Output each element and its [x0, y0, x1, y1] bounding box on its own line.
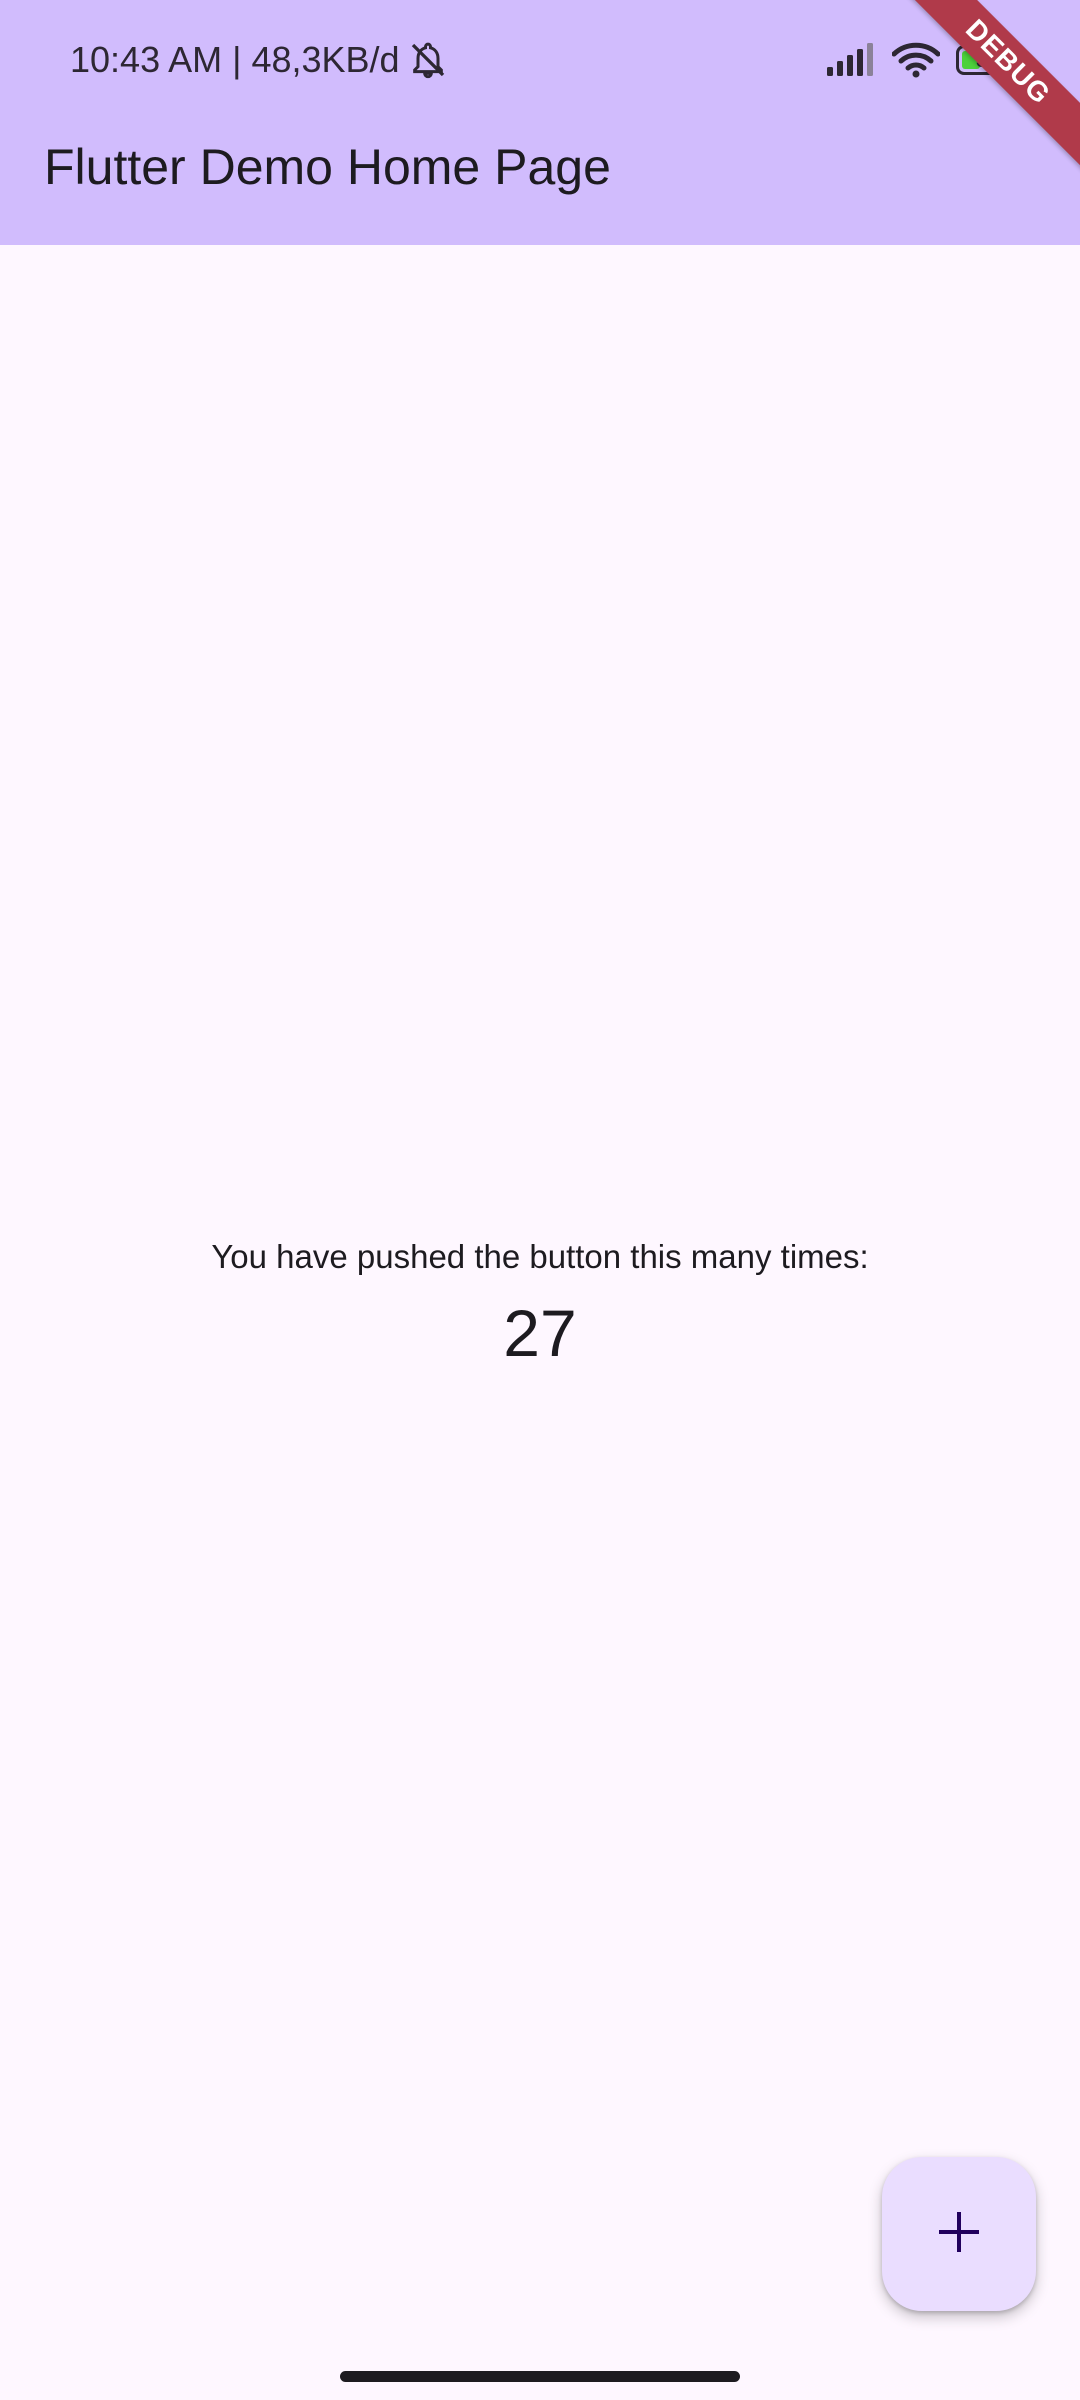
page-title: Flutter Demo Home Page	[44, 139, 611, 195]
status-left: 10:43 AM | 48,3KB/d	[70, 36, 448, 84]
status-bar: 10:43 AM | 48,3KB/d	[0, 0, 1080, 120]
home-indicator[interactable]	[340, 2371, 740, 2382]
status-time-network: 10:43 AM | 48,3KB/d	[70, 39, 400, 80]
increment-button[interactable]	[882, 2157, 1036, 2311]
wifi-icon	[892, 42, 940, 78]
app-screen: 10:43 AM | 48,3KB/d Flutter Demo Home Pa…	[0, 0, 1080, 2400]
signal-icon	[826, 43, 876, 77]
counter-value: 27	[503, 1296, 577, 1370]
counter-section: You have pushed the button this many tim…	[0, 1230, 1080, 1378]
counter-message: You have pushed the button this many tim…	[211, 1238, 869, 1275]
plus-icon	[937, 2210, 981, 2259]
app-bar: 10:43 AM | 48,3KB/d Flutter Demo Home Pa…	[0, 0, 1080, 245]
bell-off-icon	[408, 40, 448, 80]
